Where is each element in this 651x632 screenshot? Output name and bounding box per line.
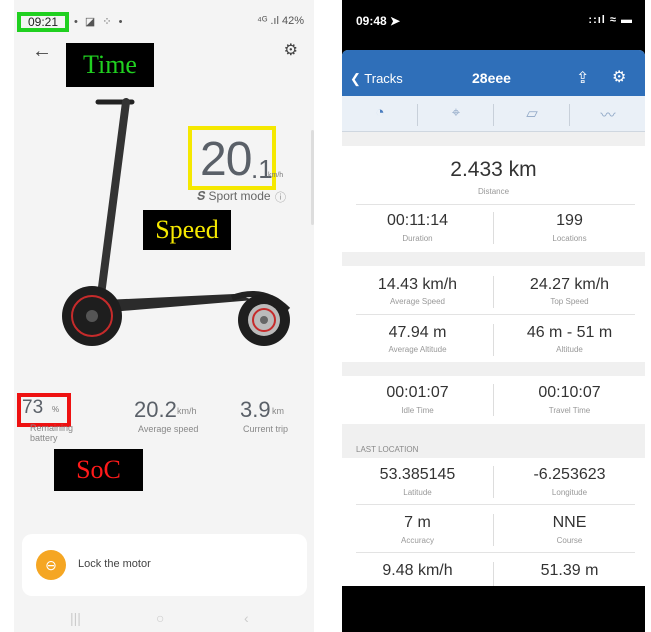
tracks-app-screenshot: 09:48 ➤ ::ıl ≈ ▬ ❮ Tracks 28eee ⇪ ⚙ ◔ ⌖ … (342, 0, 645, 632)
row-divider (356, 314, 635, 315)
status-bar: 09:21 • ◪ ⁘ • ⁴ᴳ .ıl 42% (14, 12, 314, 32)
accuracy-label: Accuracy (401, 536, 434, 545)
average-speed-value: 14.43 km/h (377, 276, 458, 293)
lock-icon: ⊖ (36, 550, 66, 580)
battery-value: 73 (22, 397, 44, 418)
back-tracks-button[interactable]: ❮ Tracks (350, 71, 403, 87)
back-tracks-label: Tracks (364, 71, 403, 86)
tracks-screen: ❮ Tracks 28eee ⇪ ⚙ ◔ ⌖ ▱ 〰 2.433 km Dist… (342, 50, 645, 586)
tab-map-icon[interactable]: ▱ (494, 104, 570, 122)
idle-time-value: 00:01:07 (386, 384, 449, 401)
distance-label: Distance (477, 187, 510, 196)
locations-value: 199 (556, 212, 583, 229)
top-speed-value: 24.27 km/h (529, 276, 610, 293)
course-value: NNE (552, 514, 587, 531)
sport-mode-icon: 𝑺 (197, 189, 209, 203)
annotation-soc-label: SoC (54, 449, 143, 491)
tab-speedometer-icon[interactable]: ◔ (342, 104, 418, 121)
scroll-edge-indicator (311, 130, 314, 225)
share-icon[interactable]: ⇪ (576, 68, 589, 88)
current-trip-unit: km (272, 406, 284, 416)
current-trip-label: Current trip (243, 424, 289, 434)
status-time-highlight: 09:21 (17, 12, 69, 32)
chevron-left-icon: ❮ (350, 71, 365, 86)
average-speed-label: Average speed (138, 424, 199, 434)
altitude-range-value: 46 m - 51 m (526, 324, 613, 341)
average-speed-value: 20.2 (134, 397, 177, 422)
recents-icon[interactable]: ||| (70, 610, 81, 626)
longitude-label: Longitude (551, 488, 588, 497)
longitude-value: -6.253623 (533, 466, 606, 483)
status-notification-icons: • ◪ ⁘ • (74, 16, 125, 28)
speed-integer: 20 (200, 133, 252, 186)
settings-gear-icon[interactable]: ⚙ (284, 40, 298, 60)
duration-label: Duration (402, 234, 433, 243)
status-time: 09:21 (28, 15, 59, 29)
navigation-bar: ❮ Tracks 28eee ⇪ ⚙ (342, 50, 645, 96)
average-altitude-label: Average Altitude (388, 345, 447, 354)
gears-icon[interactable]: ⚙ (612, 67, 626, 87)
speed-highlight: 20 .1 km/h (188, 126, 283, 190)
altitude-range-label: Altitude (556, 345, 583, 354)
row-divider (356, 552, 635, 553)
row-divider (356, 504, 635, 505)
top-speed-label: Top Speed (550, 297, 589, 306)
accuracy-value: 7 m (404, 514, 431, 531)
status-signal-battery: ⁴ᴳ .ıl 42% (257, 15, 304, 27)
sport-mode-text: Sport mode (208, 189, 271, 203)
last-location-header: LAST LOCATION (356, 445, 419, 454)
latitude-value: 53.385145 (379, 466, 456, 483)
row-divider (356, 204, 635, 205)
home-icon[interactable]: ○ (156, 610, 164, 626)
track-title: 28eee (472, 70, 511, 86)
speed-decimal: .1 (251, 154, 273, 184)
speed-altitude-block: 14.43 km/h Average Speed 24.27 km/h Top … (342, 266, 645, 362)
time-block: 00:01:07 Idle Time 00:10:07 Travel Time (342, 376, 645, 424)
altitude-value: 51.39 m (540, 562, 599, 579)
average-speed-label: Average Speed (389, 297, 445, 306)
ios-status-icons: ::ıl ≈ ▬ (588, 14, 633, 26)
course-label: Course (556, 536, 583, 545)
lock-motor-label: Lock the motor (78, 558, 151, 570)
battery-unit: % (52, 405, 60, 414)
latitude-label: Latitude (403, 488, 432, 497)
android-nav-bar: ||| ○ ‹ (14, 606, 314, 632)
ios-status-bar: 09:48 ➤ ::ıl ≈ ▬ (342, 12, 645, 32)
back-arrow-icon[interactable]: ← (32, 40, 52, 63)
speed-unit: km/h (268, 172, 284, 179)
idle-time-label: Idle Time (401, 406, 434, 415)
average-speed-unit: km/h (177, 406, 197, 416)
speed-value: 9.48 km/h (382, 562, 453, 579)
ios-status-time: 09:48 ➤ (356, 14, 401, 28)
back-nav-icon[interactable]: ‹ (244, 610, 249, 626)
battery-label: Remaining battery (30, 423, 74, 443)
average-altitude-value: 47.94 m (388, 324, 447, 341)
current-trip-value: 3.9 (240, 397, 271, 422)
info-icon[interactable]: ⓘ (275, 189, 286, 205)
tab-chart-icon[interactable]: 〰 (570, 104, 645, 125)
annotation-time-label: Time (66, 43, 154, 87)
duration-value: 00:11:14 (386, 212, 449, 229)
summary-block: 2.433 km Distance 00:11:14 Duration 199 … (342, 146, 645, 252)
last-location-block: 53.385145 Latitude -6.253623 Longitude 7… (342, 458, 645, 586)
tab-location-pin-icon[interactable]: ⌖ (418, 104, 494, 121)
travel-time-label: Travel Time (548, 406, 591, 415)
lock-motor-card[interactable]: ⊖ Lock the motor (22, 534, 307, 596)
segmented-tabs: ◔ ⌖ ▱ 〰 (342, 96, 645, 132)
locations-label: Locations (552, 234, 587, 243)
scooter-app-screenshot: 09:21 • ◪ ⁘ • ⁴ᴳ .ıl 42% ← ⚙ Time 20 .1 … (14, 0, 314, 632)
sport-mode-label: 𝑺 Sport mode (197, 189, 271, 204)
travel-time-value: 00:10:07 (538, 384, 601, 401)
distance-value: 2.433 km (450, 158, 537, 181)
annotation-speed-label: Speed (143, 210, 231, 250)
